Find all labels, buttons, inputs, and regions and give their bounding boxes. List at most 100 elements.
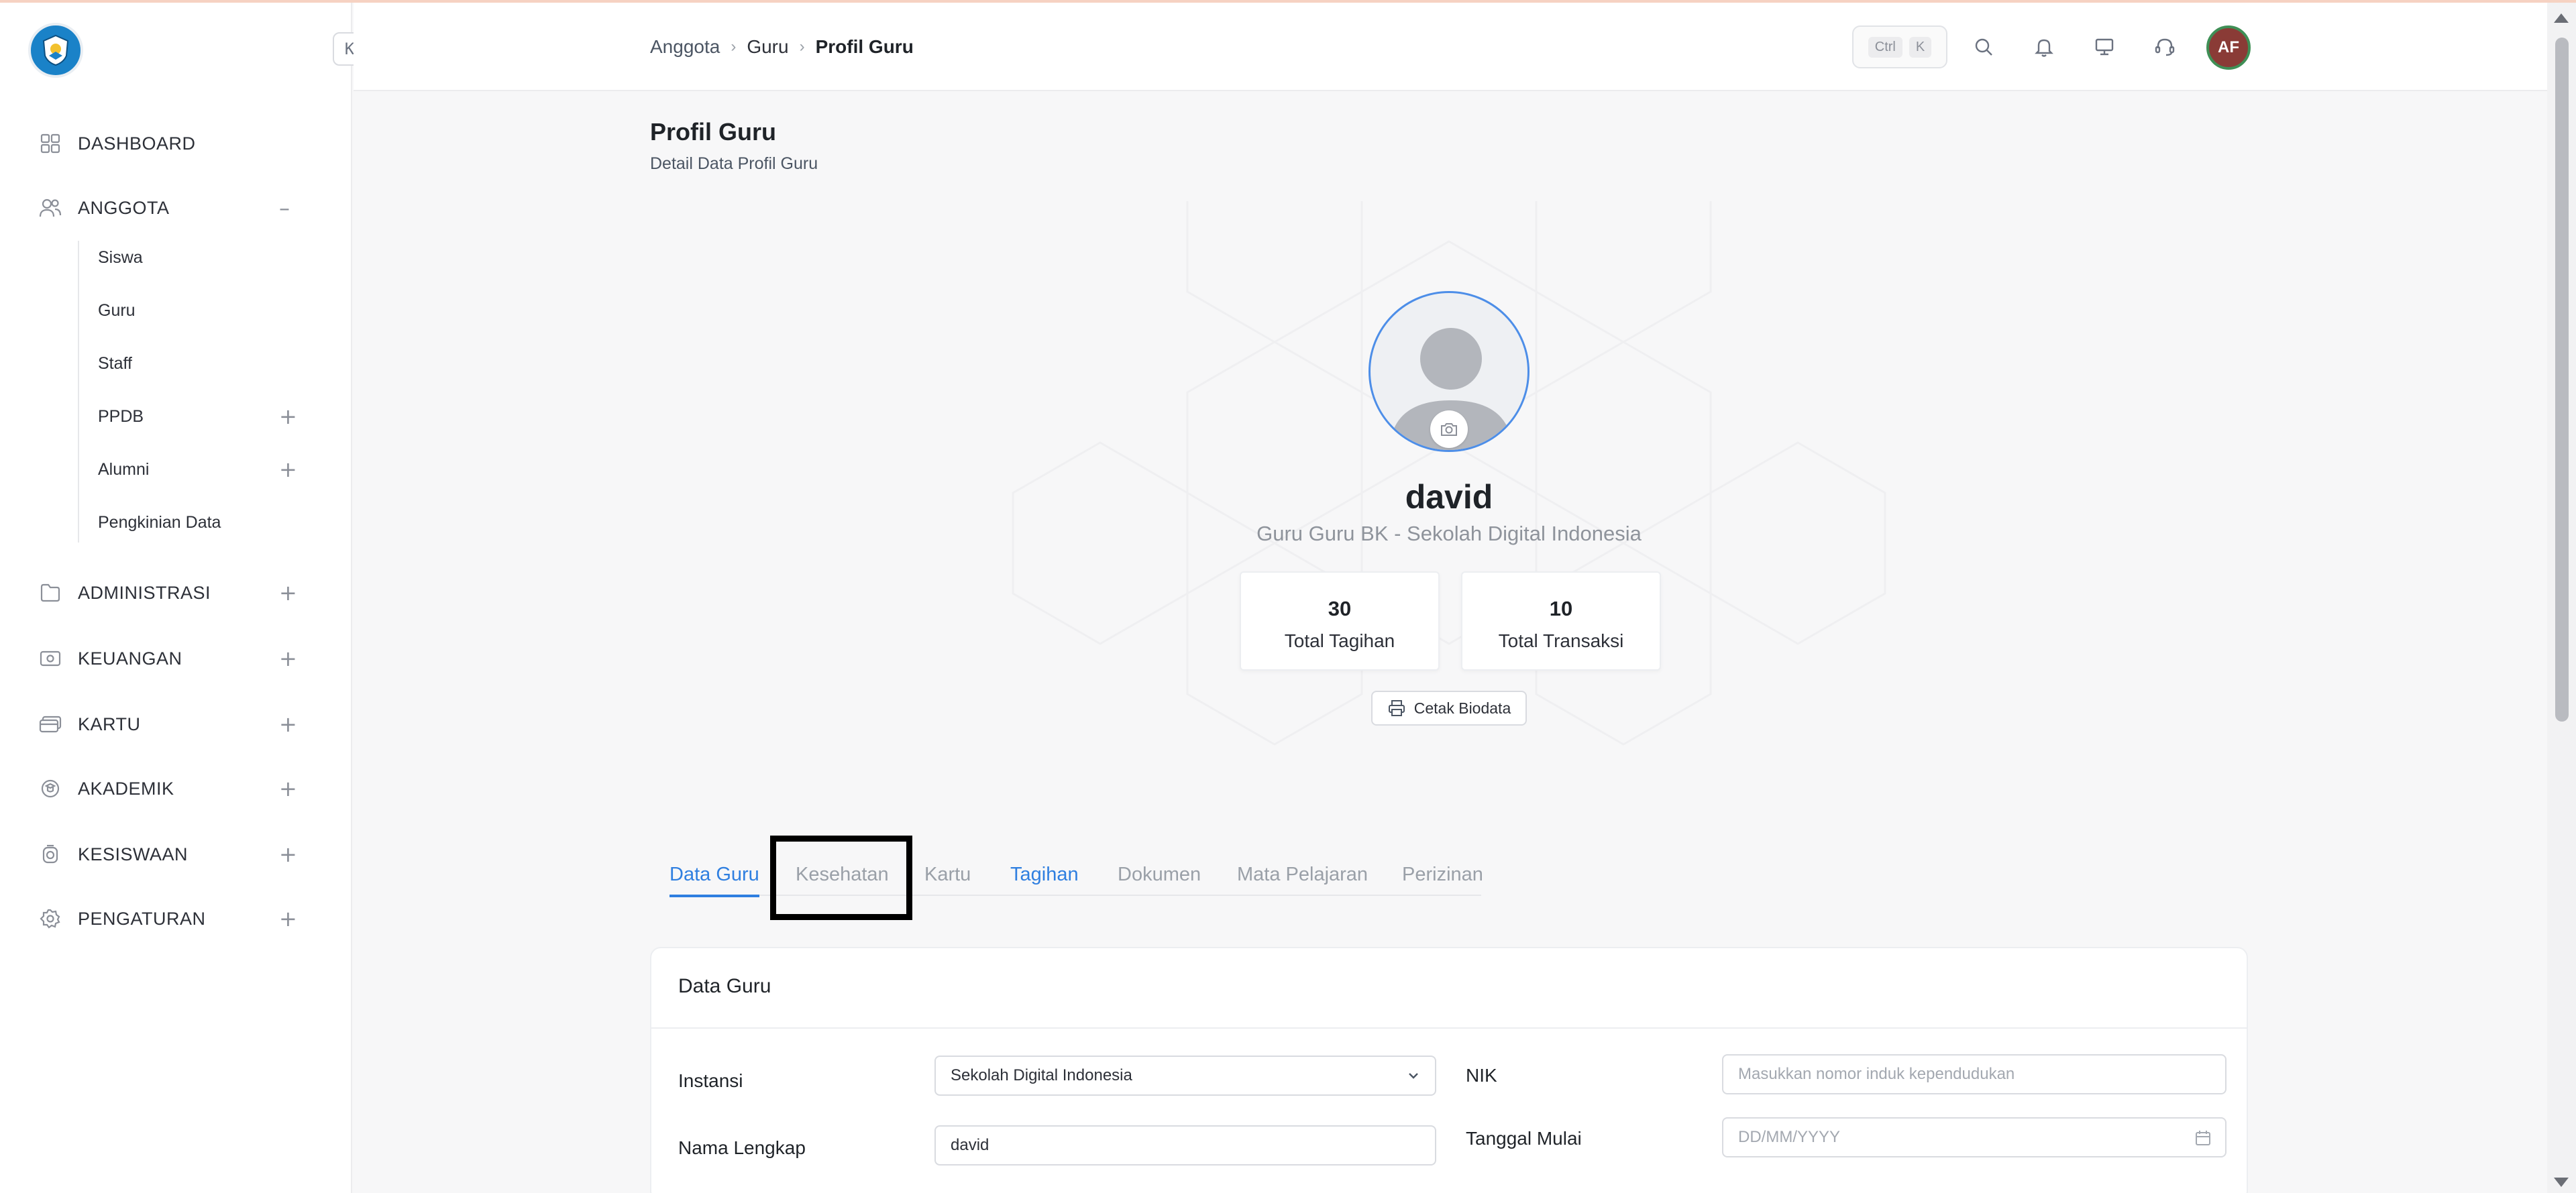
expand-toggle-icon[interactable]: + xyxy=(279,776,297,801)
card-icon xyxy=(38,712,63,737)
scroll-down-arrow-icon[interactable] xyxy=(2554,1178,2569,1187)
breadcrumb-current: Profil Guru xyxy=(815,36,914,57)
sidebar-subitem-ppdb[interactable]: PPDB + xyxy=(98,403,306,430)
grid-icon xyxy=(38,131,63,156)
expand-toggle-icon[interactable]: + xyxy=(279,842,297,867)
nik-label: NIK xyxy=(1466,1065,1497,1086)
sidebar-subitem-siswa[interactable]: Siswa xyxy=(98,244,306,271)
expand-toggle-icon[interactable]: + xyxy=(279,646,297,671)
search-icon[interactable] xyxy=(1969,32,1998,62)
sidebar-subitem-label: Siswa xyxy=(98,247,143,267)
scrollbar-thumb[interactable] xyxy=(2555,38,2569,722)
stat-total-transaksi: 10 Total Transaksi xyxy=(1461,571,1661,671)
tab-kartu[interactable]: Kartu xyxy=(924,856,971,893)
chevron-down-icon xyxy=(1405,1068,1421,1088)
tanggal-mulai-input[interactable]: DD/MM/YYYY xyxy=(1722,1117,2226,1157)
sidebar-subitem-label: Alumni xyxy=(98,459,150,479)
sidebar-subitem-pengkinian-data[interactable]: Pengkinian Data xyxy=(98,509,306,536)
chevron-right-icon: › xyxy=(731,38,737,56)
stat-label: Total Transaksi xyxy=(1498,630,1624,651)
printer-icon xyxy=(1388,700,1405,716)
breadcrumb: Anggota › Guru › Profil Guru xyxy=(650,36,914,58)
school-logo[interactable] xyxy=(28,23,83,78)
breadcrumb-guru[interactable]: Guru xyxy=(747,36,788,58)
emblem-icon xyxy=(42,34,69,66)
sidebar-item-label: KARTU xyxy=(78,714,141,734)
sidebar-item-label: DASHBOARD xyxy=(78,133,196,154)
expand-toggle-icon[interactable]: + xyxy=(279,712,297,737)
sidebar: K DASHBOARD ANGGOTA – Siswa Guru Staff P… xyxy=(0,3,366,1193)
expand-toggle-icon[interactable]: + xyxy=(279,906,297,931)
tab-dokumen[interactable]: Dokumen xyxy=(1118,856,1201,893)
page-scrollbar[interactable] xyxy=(2547,3,2576,1193)
expand-toggle-icon[interactable]: + xyxy=(279,404,297,429)
sidebar-item-kartu[interactable]: KARTU + xyxy=(38,709,306,739)
instansi-value: Sekolah Digital Indonesia xyxy=(951,1066,1132,1084)
monitor-icon[interactable] xyxy=(2090,32,2119,62)
gear-icon xyxy=(38,906,63,931)
student-icon xyxy=(38,842,63,867)
tanggal-mulai-label: Tanggal Mulai xyxy=(1466,1128,1582,1149)
tab-perizinan[interactable]: Perizinan xyxy=(1402,856,1483,893)
tab-data-guru[interactable]: Data Guru xyxy=(669,856,759,897)
sidebar-item-anggota[interactable]: ANGGOTA – xyxy=(38,193,306,223)
page-title: Profil Guru xyxy=(650,118,776,146)
data-guru-card: Data Guru Instansi Sekolah Digital Indon… xyxy=(650,947,2248,1193)
sidebar-item-administrasi[interactable]: ADMINISTRASI + xyxy=(38,578,306,608)
submenu-guide-line xyxy=(78,241,79,543)
sidebar-item-label: AKADEMIK xyxy=(78,778,174,799)
folder-icon xyxy=(38,580,63,606)
sidebar-item-label: KEUANGAN xyxy=(78,648,182,669)
camera-icon[interactable] xyxy=(1430,410,1468,448)
bell-icon[interactable] xyxy=(2029,32,2059,62)
nama-lengkap-input[interactable]: david xyxy=(934,1125,1436,1166)
sidebar-item-keuangan[interactable]: KEUANGAN + xyxy=(38,644,306,673)
tab-tagihan[interactable]: Tagihan xyxy=(1010,856,1079,893)
money-icon xyxy=(38,646,63,671)
top-header: Anggota › Guru › Profil Guru Ctrl K AF xyxy=(354,3,2547,91)
sidebar-subitem-label: PPDB xyxy=(98,406,144,426)
stat-value: 30 xyxy=(1328,597,1352,620)
highlight-focus-box xyxy=(770,836,912,920)
sidebar-subitem-staff[interactable]: Staff xyxy=(98,350,306,377)
sidebar-item-akademik[interactable]: AKADEMIK + xyxy=(38,774,306,803)
sidebar-subitem-alumni[interactable]: Alumni + xyxy=(98,456,306,483)
users-icon xyxy=(38,195,63,221)
calendar-icon[interactable] xyxy=(2194,1129,2212,1151)
kbd-ctrl: Ctrl xyxy=(1868,36,1902,58)
collapse-toggle-icon[interactable]: – xyxy=(279,195,290,221)
print-biodata-label: Cetak Biodata xyxy=(1413,699,1511,717)
sidebar-item-pengaturan[interactable]: PENGATURAN + xyxy=(38,904,306,933)
expand-toggle-icon[interactable]: + xyxy=(279,580,297,606)
user-avatar[interactable]: AF xyxy=(2206,25,2251,70)
instansi-label: Instansi xyxy=(678,1070,743,1091)
sidebar-item-label: ADMINISTRASI xyxy=(78,582,211,603)
tanggal-mulai-placeholder: DD/MM/YYYY xyxy=(1738,1128,1841,1146)
stat-label: Total Tagihan xyxy=(1284,630,1395,651)
sidebar-subitem-label: Pengkinian Data xyxy=(98,512,221,532)
academic-icon xyxy=(38,776,63,801)
sidebar-item-label: KESISWAAN xyxy=(78,844,189,864)
stat-value: 10 xyxy=(1549,597,1573,620)
print-biodata-button[interactable]: Cetak Biodata xyxy=(1371,691,1527,726)
expand-toggle-icon[interactable]: + xyxy=(279,457,297,482)
chevron-right-icon: › xyxy=(799,38,805,56)
nama-lengkap-label: Nama Lengkap xyxy=(678,1137,806,1158)
instansi-select[interactable]: Sekolah Digital Indonesia xyxy=(934,1056,1436,1096)
breadcrumb-anggota[interactable]: Anggota xyxy=(650,36,720,58)
tab-mata-pelajaran[interactable]: Mata Pelajaran xyxy=(1237,856,1368,893)
kbd-k: K xyxy=(1909,36,1932,58)
profile-name: david xyxy=(1405,478,1493,516)
stat-total-tagihan: 30 Total Tagihan xyxy=(1240,571,1440,671)
sidebar-subitem-label: Guru xyxy=(98,300,136,320)
nik-input[interactable]: Masukkan nomor induk kependudukan xyxy=(1722,1054,2226,1094)
sidebar-item-dashboard[interactable]: DASHBOARD xyxy=(38,129,306,158)
profile-role: Guru Guru BK - Sekolah Digital Indonesia xyxy=(1256,522,1642,545)
sidebar-item-label: PENGATURAN xyxy=(78,908,206,929)
command-palette-shortcut[interactable]: Ctrl K xyxy=(1852,25,1947,68)
sidebar-subitem-label: Staff xyxy=(98,353,132,373)
sidebar-item-kesiswaan[interactable]: KESISWAAN + xyxy=(38,840,306,869)
headset-support-icon[interactable] xyxy=(2150,32,2180,62)
sidebar-subitem-guru[interactable]: Guru xyxy=(98,297,306,324)
scroll-up-arrow-icon[interactable] xyxy=(2554,13,2569,23)
